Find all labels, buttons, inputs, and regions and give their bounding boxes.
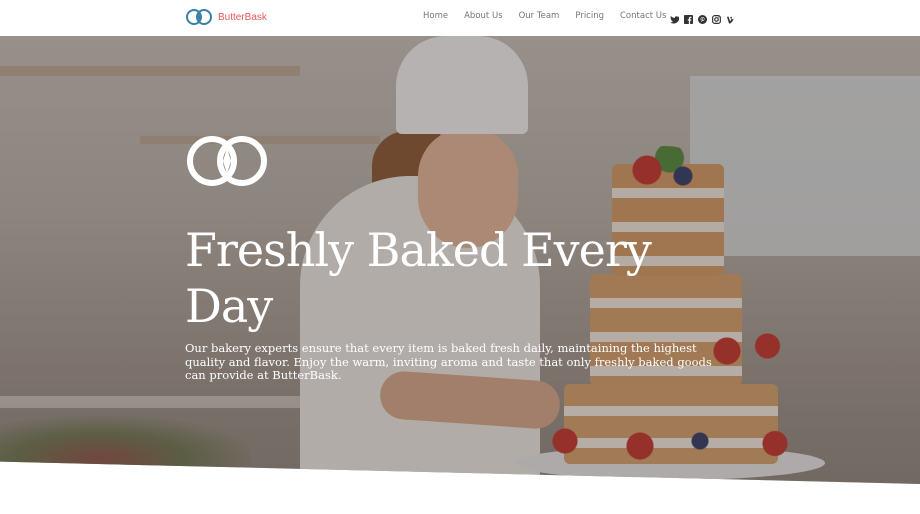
vine-icon[interactable] [726, 11, 735, 24]
hero-title: Freshly Baked Every Day [185, 223, 652, 333]
nav-our-team[interactable]: Our Team [519, 11, 560, 21]
instagram-icon[interactable] [712, 11, 721, 24]
social-links [670, 11, 735, 24]
hero-description: Our bakery experts ensure that every ite… [185, 341, 712, 382]
nav-about-us[interactable]: About Us [464, 11, 502, 21]
pinterest-icon[interactable] [698, 11, 707, 24]
nav-home[interactable]: Home [423, 11, 448, 21]
hero-section: Freshly Baked Every Day Our bakery exper… [0, 36, 920, 484]
butterbask-logo-icon [186, 9, 212, 25]
main-nav: Home About Us Our Team Pricing Contact U… [423, 11, 666, 21]
brand-name: ButterBask [218, 11, 267, 23]
facebook-icon[interactable] [684, 11, 693, 24]
nav-pricing[interactable]: Pricing [575, 11, 604, 21]
nav-contact-us[interactable]: Contact Us [620, 11, 666, 21]
butterbask-logo-icon [187, 136, 267, 186]
twitter-icon[interactable] [670, 11, 680, 24]
brand-link[interactable]: ButterBask [185, 6, 267, 28]
site-header: ButterBask Home About Us Our Team Pricin… [0, 0, 920, 36]
